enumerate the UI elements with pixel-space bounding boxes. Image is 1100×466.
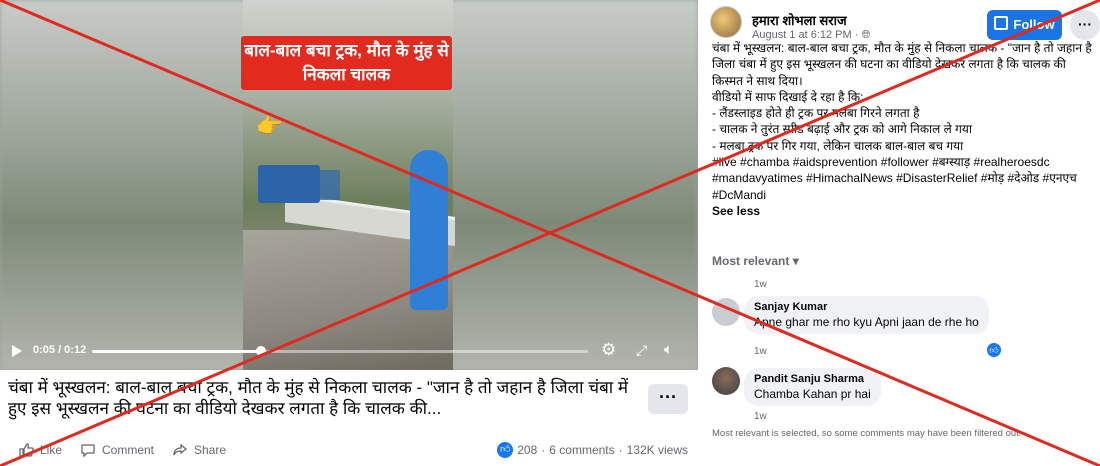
post-side-panel: हमारा शोभला सराज August 1 at 6:12 PM · 🌐… xyxy=(698,0,1100,466)
comment-icon xyxy=(81,444,95,458)
like-reaction-icon: 👍︎ xyxy=(497,442,514,458)
more-options-button[interactable]: ··· xyxy=(648,384,688,414)
post-caption: चंबा में भूस्खलन: बाल-बाल बचा ट्रक, मौत … xyxy=(8,378,629,418)
seek-bar[interactable] xyxy=(92,346,588,356)
comment-timestamp[interactable]: 1w xyxy=(754,279,767,290)
separator-dot: · xyxy=(618,443,623,457)
volume-icon[interactable]: 🔈︎ xyxy=(664,341,673,359)
post-line: वीडियो में साफ दिखाई दे रहा है कि: xyxy=(712,89,864,104)
comment-count[interactable]: 6 comments xyxy=(549,443,614,457)
video-controls: 0:05 / 0:12 ⚙ ⤢ 🔈︎ xyxy=(0,338,698,364)
video-time: 0:05 / 0:12 xyxy=(33,344,87,356)
post-stats: 👍︎ 208 · 6 comments · 132K views xyxy=(497,442,688,458)
like-label: Like xyxy=(40,443,63,457)
post-body: चंबा में भूस्खलन: बाल-बाल बचा ट्रक, मौत … xyxy=(712,40,1092,219)
page-name[interactable]: हमारा शोभला सराज xyxy=(752,11,847,29)
reaction-count[interactable]: 208 xyxy=(517,443,537,457)
comment-sort-dropdown[interactable]: Most relevant ▾ xyxy=(712,254,799,268)
comment-author[interactable]: Sanjay Kumar xyxy=(754,301,979,313)
person-in-raincoat xyxy=(410,150,448,310)
share-button[interactable]: Share xyxy=(172,442,226,458)
avatar[interactable] xyxy=(712,298,740,326)
video-player[interactable]: बाल-बाल बचा ट्रक, मौत के मुंह से निकला च… xyxy=(0,0,698,370)
view-count: 132K views xyxy=(626,443,688,457)
follow-label: Follow xyxy=(1013,17,1055,32)
post-line: जिला चंबा में हुए इस भूस्खलन की घटना का … xyxy=(712,57,1066,88)
pointing-hand-icon: 👉 xyxy=(256,113,284,138)
post-line: - लैंडस्लाइड होते ही ट्रक पर मलबा गिरने … xyxy=(712,106,920,121)
share-label: Share xyxy=(194,443,227,457)
action-bar: Like Comment Share 👍︎ 208 · 6 comments ·… xyxy=(0,436,698,464)
gear-icon[interactable]: ⚙ xyxy=(601,341,616,359)
comment-timestamp[interactable]: 1w xyxy=(754,411,767,422)
comment-button[interactable]: Comment xyxy=(80,442,154,458)
comment-timestamp[interactable]: 1w xyxy=(754,346,767,357)
more-options-button[interactable]: ··· xyxy=(1070,10,1100,40)
thumbs-up-icon xyxy=(19,443,34,457)
post-line: - मलबा ट्रक पर गिर गया, लेकिन चालक बाल-ब… xyxy=(712,138,964,153)
comment-text: Chamba Kahan pr hai xyxy=(754,387,871,401)
follow-icon xyxy=(994,16,1009,30)
page-avatar[interactable] xyxy=(710,6,742,38)
post-line: चंबा में भूस्खलन: बाल-बाल बचा ट्रक, मौत … xyxy=(712,41,1092,55)
truck xyxy=(258,165,320,203)
avatar[interactable] xyxy=(712,367,740,395)
expand-icon[interactable]: ⤢ xyxy=(636,341,647,359)
see-less-link[interactable]: See less xyxy=(712,203,1092,219)
seek-bar-fill xyxy=(92,350,261,353)
like-reaction-icon: 👍︎ xyxy=(987,343,1001,357)
follow-button[interactable]: Follow xyxy=(987,10,1062,40)
post-hashtags[interactable]: #live #chamba #aidsprevention #follower … xyxy=(712,154,1092,203)
seek-knob[interactable] xyxy=(255,346,266,356)
comment-bubble: Sanjay Kumar Apne ghar me rho kyu Apni j… xyxy=(744,296,989,334)
separator-dot: · xyxy=(541,443,546,457)
comment-bubble: Pandit Sanju Sharma Chamba Kahan pr hai xyxy=(744,368,881,406)
video-headline: बाल-बाल बचा ट्रक, मौत के मुंह से निकला च… xyxy=(241,36,452,90)
play-icon[interactable] xyxy=(12,345,22,357)
comment-label: Comment xyxy=(102,443,155,457)
share-icon xyxy=(173,443,188,456)
filter-note: Most relevant is selected, so some comme… xyxy=(712,428,1022,439)
like-button[interactable]: Like xyxy=(18,442,62,458)
comment-author[interactable]: Pandit Sanju Sharma xyxy=(754,373,871,385)
post-line: - चालक ने तुरंत स्पीड बढ़ाई और ट्रक को आ… xyxy=(712,122,972,137)
comment-text: Apne ghar me rho kyu Apni jaan de rhe ho xyxy=(754,315,979,329)
